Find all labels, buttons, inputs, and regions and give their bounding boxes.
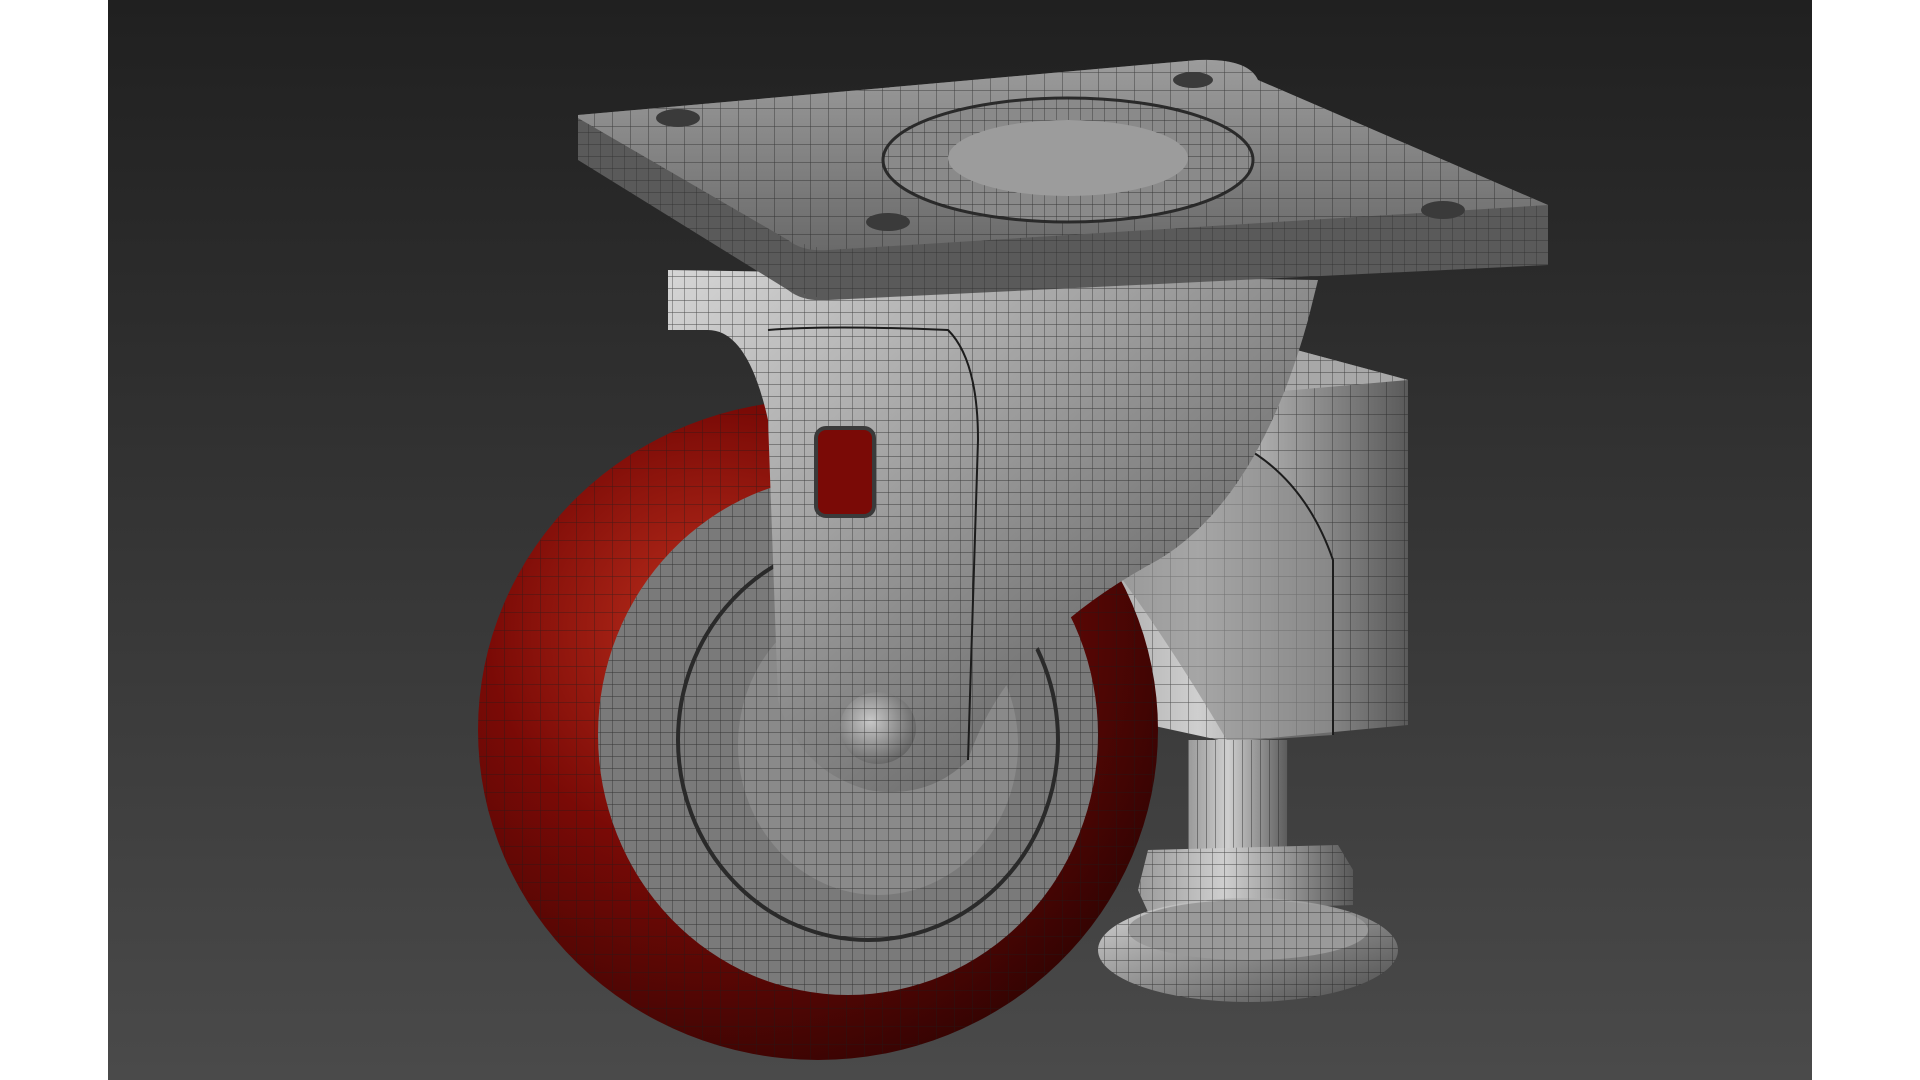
plate-bolt-hole bbox=[656, 109, 700, 127]
render-viewport bbox=[108, 0, 1812, 1080]
caster-render bbox=[108, 0, 1812, 1080]
leveling-foot-pad bbox=[1098, 898, 1398, 1002]
plate-bolt-hole bbox=[1173, 72, 1213, 88]
letterbox-left bbox=[0, 0, 108, 1080]
plate-bolt-hole bbox=[866, 213, 910, 231]
letterbox-right bbox=[1812, 0, 1920, 1080]
plate-bolt-hole bbox=[1421, 201, 1465, 219]
fork-slot bbox=[814, 426, 876, 518]
leveling-foot-stem bbox=[1188, 740, 1288, 855]
